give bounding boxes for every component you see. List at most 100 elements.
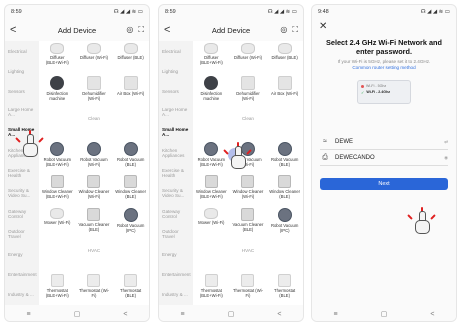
device-item[interactable]: Mower (Wi-Fi) xyxy=(41,208,73,225)
category-item[interactable]: Gateway Control xyxy=(5,203,39,223)
menu-icon[interactable]: ≡ xyxy=(27,311,31,318)
device-item[interactable]: Vacuum Cleaner (BLE) xyxy=(232,208,264,232)
device-item[interactable]: Dehumidifier (Wi-Fi) xyxy=(232,76,264,101)
device-item[interactable]: Window Cleaner (BLE+Wi-Fi) xyxy=(41,175,73,199)
home-icon[interactable]: ▢ xyxy=(228,310,235,318)
device-item[interactable]: Robot Vacuum (Wi-Fi) xyxy=(78,142,110,167)
device-item[interactable]: Air Box (Wi-Fi) xyxy=(269,76,301,96)
device-item[interactable]: Robot Vacuum (BLE) xyxy=(269,142,301,167)
device-item[interactable]: Robot Vacuum (BLE+Wi-Fi) xyxy=(41,142,73,167)
device-item[interactable]: Thermostat (BLE+Wi-Fi) xyxy=(41,274,73,298)
air-box-icon xyxy=(123,76,138,90)
device-label: Window Cleaner (Wi-Fi) xyxy=(78,189,110,199)
auto-scan-icon[interactable]: ◎ xyxy=(126,25,133,35)
next-button[interactable]: Next xyxy=(320,178,448,190)
password-value: DEWECANDO xyxy=(335,154,375,161)
password-field[interactable]: ⎙ DEWECANDO ◉ xyxy=(320,150,448,166)
tap-hand-icon xyxy=(407,207,436,236)
auto-scan-icon[interactable]: ◎ xyxy=(280,25,287,35)
device-item[interactable]: Diffuser (Wi-Fi) xyxy=(78,43,110,60)
show-password-icon[interactable]: ◉ xyxy=(444,155,448,161)
device-item[interactable]: Mower (Wi-Fi) xyxy=(195,208,227,225)
category-item[interactable]: Sensors xyxy=(159,82,193,102)
device-item[interactable]: Robot Vacuum (BLE) xyxy=(115,142,147,167)
device-item[interactable]: Window Cleaner (BLE) xyxy=(269,175,301,199)
device-item[interactable]: Disinfection machine xyxy=(41,76,73,101)
device-item[interactable]: Diffuser (Wi-Fi) xyxy=(232,43,264,60)
status-bar: 8:59 ☊ ◢ ◢ ≋ ▭ xyxy=(159,5,303,19)
home-icon[interactable]: ▢ xyxy=(381,310,388,318)
scan-qr-icon[interactable]: ⛶ xyxy=(138,25,144,35)
diffuser-icon xyxy=(86,43,101,54)
scan-qr-icon[interactable]: ⛶ xyxy=(292,25,298,35)
device-item[interactable]: Dehumidifier (Wi-Fi) xyxy=(78,76,110,101)
router-setting-link[interactable]: Common router setting method xyxy=(352,65,415,70)
device-item[interactable]: Thermostat (Wi-Fi) xyxy=(232,274,264,298)
device-item[interactable]: Vacuum Cleaner (BLE) xyxy=(78,208,110,232)
category-item[interactable]: Outdoor Travel xyxy=(159,224,193,244)
close-icon[interactable]: ✕ xyxy=(312,19,456,34)
tap-hand-icon xyxy=(223,142,252,171)
thermostat-icon xyxy=(50,274,64,287)
back-icon[interactable]: < xyxy=(164,24,176,36)
category-item[interactable]: Exercise & Health xyxy=(159,163,193,183)
category-item[interactable]: Industry & ... xyxy=(159,285,193,305)
category-item[interactable]: Energy xyxy=(159,244,193,264)
status-bar: 9:48 ☊ ◢ ◢ ≋ ▭ xyxy=(312,5,456,19)
category-item[interactable]: Lighting xyxy=(159,61,193,81)
switch-network-icon[interactable]: ⇄ xyxy=(444,139,448,145)
device-label: Mower (Wi-Fi) xyxy=(44,220,71,225)
device-item[interactable]: Diffuser (BLE+Wi-Fi) xyxy=(195,43,227,65)
category-item[interactable]: Sensors xyxy=(5,82,39,102)
device-item[interactable]: Window Cleaner (Wi-Fi) xyxy=(78,175,110,199)
back-nav-icon[interactable]: < xyxy=(430,311,434,318)
back-nav-icon[interactable]: < xyxy=(277,311,281,318)
window-cleaner-icon xyxy=(278,175,292,188)
category-item[interactable]: Large Home A... xyxy=(159,102,193,122)
category-item[interactable]: Entertainment xyxy=(159,264,193,284)
category-item[interactable]: Electrical xyxy=(159,41,193,61)
device-item[interactable]: Window Cleaner (BLE+Wi-Fi) xyxy=(195,175,227,199)
category-item[interactable]: Gateway Control xyxy=(159,203,193,223)
section-label: HVAC xyxy=(241,248,255,253)
device-item[interactable]: Diffuser (BLE) xyxy=(115,43,147,60)
device-item[interactable]: Thermostat (BLE+Wi-Fi) xyxy=(195,274,227,298)
device-item[interactable]: Thermostat (Wi-Fi) xyxy=(78,274,110,298)
device-item[interactable]: Diffuser (BLE) xyxy=(269,43,301,60)
thermostat-icon xyxy=(278,274,292,287)
robot-vacuum-icon xyxy=(277,208,292,222)
category-item[interactable]: Small Home A... xyxy=(159,122,193,142)
device-item[interactable]: Robot Vacuum (BLE+Wi-Fi) xyxy=(195,142,227,167)
device-item[interactable]: Robot Vacuum (IPC) xyxy=(269,208,301,233)
category-item[interactable]: Large Home A... xyxy=(5,102,39,122)
device-item[interactable]: Diffuser (BLE+Wi-Fi) xyxy=(41,43,73,65)
category-item[interactable]: Lighting xyxy=(5,61,39,81)
menu-icon[interactable]: ≡ xyxy=(181,311,185,318)
device-item[interactable]: Window Cleaner (BLE) xyxy=(115,175,147,199)
category-item[interactable]: Security & Video Su... xyxy=(5,183,39,203)
ssid-field[interactable]: ≈ DEWE ⇄ xyxy=(320,134,448,150)
device-item[interactable]: Thermostat (BLE) xyxy=(115,274,147,298)
device-label: Dehumidifier (Wi-Fi) xyxy=(82,91,106,101)
device-item[interactable]: Thermostat (BLE) xyxy=(269,274,301,298)
back-icon[interactable]: < xyxy=(10,24,22,36)
device-item[interactable]: Window Cleaner (Wi-Fi) xyxy=(232,175,264,199)
category-item[interactable]: Entertainment xyxy=(5,264,39,284)
device-item[interactable]: Disinfection machine xyxy=(195,76,227,101)
category-item[interactable]: Kitchen Appliances xyxy=(159,142,193,162)
back-nav-icon[interactable]: < xyxy=(123,311,127,318)
dehumidifier-icon xyxy=(240,76,255,90)
category-item[interactable]: Industry & ... xyxy=(5,285,39,305)
vacuum-cleaner-icon xyxy=(241,208,255,221)
category-item[interactable]: Electrical xyxy=(5,41,39,61)
category-item[interactable]: Outdoor Travel xyxy=(5,224,39,244)
device-grid: Diffuser (BLE+Wi-Fi) Diffuser (Wi-Fi) Diff… xyxy=(39,41,149,305)
category-item[interactable]: Security & Video Su... xyxy=(159,183,193,203)
device-item[interactable]: Air Box (Wi-Fi) xyxy=(115,76,147,96)
home-icon[interactable]: ▢ xyxy=(74,310,81,318)
device-item[interactable]: Robot Vacuum (IPC) xyxy=(115,208,147,233)
category-item[interactable]: Energy xyxy=(5,244,39,264)
status-time: 9:48 xyxy=(318,9,329,15)
menu-icon[interactable]: ≡ xyxy=(334,311,338,318)
category-item[interactable]: Exercise & Health xyxy=(5,163,39,183)
